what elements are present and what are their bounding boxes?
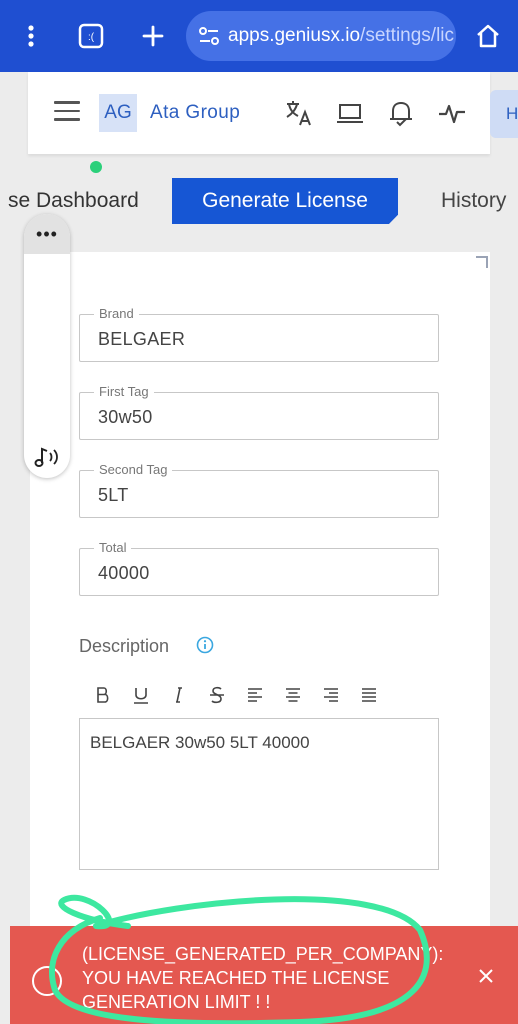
description-editor[interactable]: BELGAER 30w50 5LT 40000	[79, 718, 439, 870]
laptop-icon[interactable]	[335, 98, 365, 128]
bell-check-icon[interactable]	[386, 98, 416, 128]
tab-dashboard[interactable]: se Dashboard	[8, 178, 139, 224]
floating-side-panel[interactable]: •••	[24, 214, 70, 478]
new-tab-icon[interactable]	[135, 18, 171, 54]
align-left-icon[interactable]	[236, 682, 274, 708]
underline-icon[interactable]	[122, 682, 160, 708]
error-icon	[32, 966, 62, 996]
url-path: /settings/lic	[360, 25, 455, 46]
description-label: Description	[79, 636, 170, 656]
url-bar[interactable]: apps.geniusx.io/settings/lic	[186, 11, 456, 61]
menu-icon[interactable]	[54, 101, 80, 123]
side-panel-more-icon[interactable]: •••	[24, 214, 70, 254]
tab-history[interactable]: History	[441, 178, 506, 224]
tab-switcher-icon[interactable]: :(	[73, 18, 109, 54]
header-extra-button[interactable]: H	[490, 90, 518, 138]
first-tag-label: First Tag	[94, 384, 154, 399]
translate-icon[interactable]	[284, 98, 314, 128]
brand-label: Brand	[94, 306, 139, 321]
url-host: apps.geniusx.io	[228, 25, 361, 46]
total-value: 40000	[98, 563, 150, 583]
pulse-icon[interactable]	[437, 98, 467, 128]
error-toast: (LICENSE_GENERATED_PER_COMPANY): YOU HAV…	[10, 926, 518, 1024]
license-form: Brand BELGAER First Tag 30w50 Second Tag…	[30, 252, 490, 932]
total-label: Total	[94, 540, 132, 555]
italic-icon[interactable]	[160, 682, 198, 708]
first-tag-value: 30w50	[98, 407, 153, 427]
corner-mark	[476, 256, 488, 268]
second-tag-label: Second Tag	[94, 462, 173, 477]
status-dot	[90, 161, 102, 173]
brand-value: BELGAER	[98, 329, 186, 349]
svg-text::(: :(	[88, 32, 95, 43]
align-right-icon[interactable]	[312, 682, 350, 708]
info-icon[interactable]	[196, 636, 214, 654]
second-tag-field[interactable]: Second Tag 5LT	[79, 462, 439, 518]
first-tag-field[interactable]: First Tag 30w50	[79, 384, 439, 440]
audio-note-icon[interactable]	[30, 442, 64, 472]
total-field[interactable]: Total 40000	[79, 540, 439, 596]
align-justify-icon[interactable]	[350, 682, 388, 708]
bold-icon[interactable]	[84, 682, 122, 708]
tab-generate-license[interactable]: Generate License	[172, 178, 398, 224]
close-icon[interactable]	[478, 968, 494, 984]
app-header: AG Ata Group	[28, 72, 490, 154]
brand-field[interactable]: Brand BELGAER	[79, 306, 439, 362]
browser-toolbar: :( apps.geniusx.io/settings/lic	[0, 0, 518, 72]
second-tag-value: 5LT	[98, 485, 129, 505]
toast-message: (LICENSE_GENERATED_PER_COMPANY): YOU HAV…	[82, 944, 444, 1012]
align-center-icon[interactable]	[274, 682, 312, 708]
strikethrough-icon[interactable]	[198, 682, 236, 708]
org-name[interactable]: Ata Group	[150, 102, 240, 124]
home-icon[interactable]	[470, 18, 506, 54]
site-settings-icon[interactable]	[196, 23, 222, 49]
editor-toolbar	[84, 682, 388, 708]
avatar[interactable]: AG	[99, 94, 137, 132]
more-vert-icon[interactable]	[13, 18, 49, 54]
